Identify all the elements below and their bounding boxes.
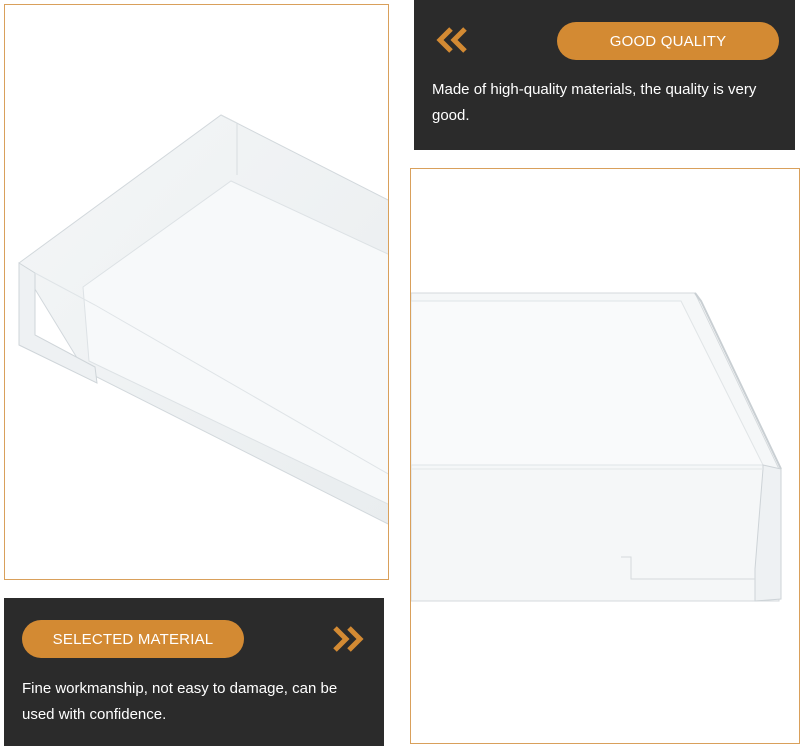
good-quality-badge: GOOD QUALITY (557, 22, 779, 60)
selected-material-description: Fine workmanship, not easy to damage, ca… (22, 680, 338, 723)
feature-panel-good-quality: GOOD QUALITY Made of high-quality materi… (414, 0, 795, 150)
product-photo-right (410, 168, 800, 744)
double-chevron-right-icon (333, 626, 364, 652)
double-chevron-left-icon (436, 27, 467, 53)
good-quality-description: Made of high-quality materials, the qual… (432, 81, 757, 124)
acrylic-tray-image-right (411, 292, 782, 602)
product-photo-left (4, 4, 389, 580)
acrylic-tray-image-left (18, 114, 388, 525)
selected-material-badge: SELECTED MATERIAL (22, 620, 244, 658)
feature-panel-selected-material: SELECTED MATERIAL Fine workmanship, not … (4, 598, 384, 746)
